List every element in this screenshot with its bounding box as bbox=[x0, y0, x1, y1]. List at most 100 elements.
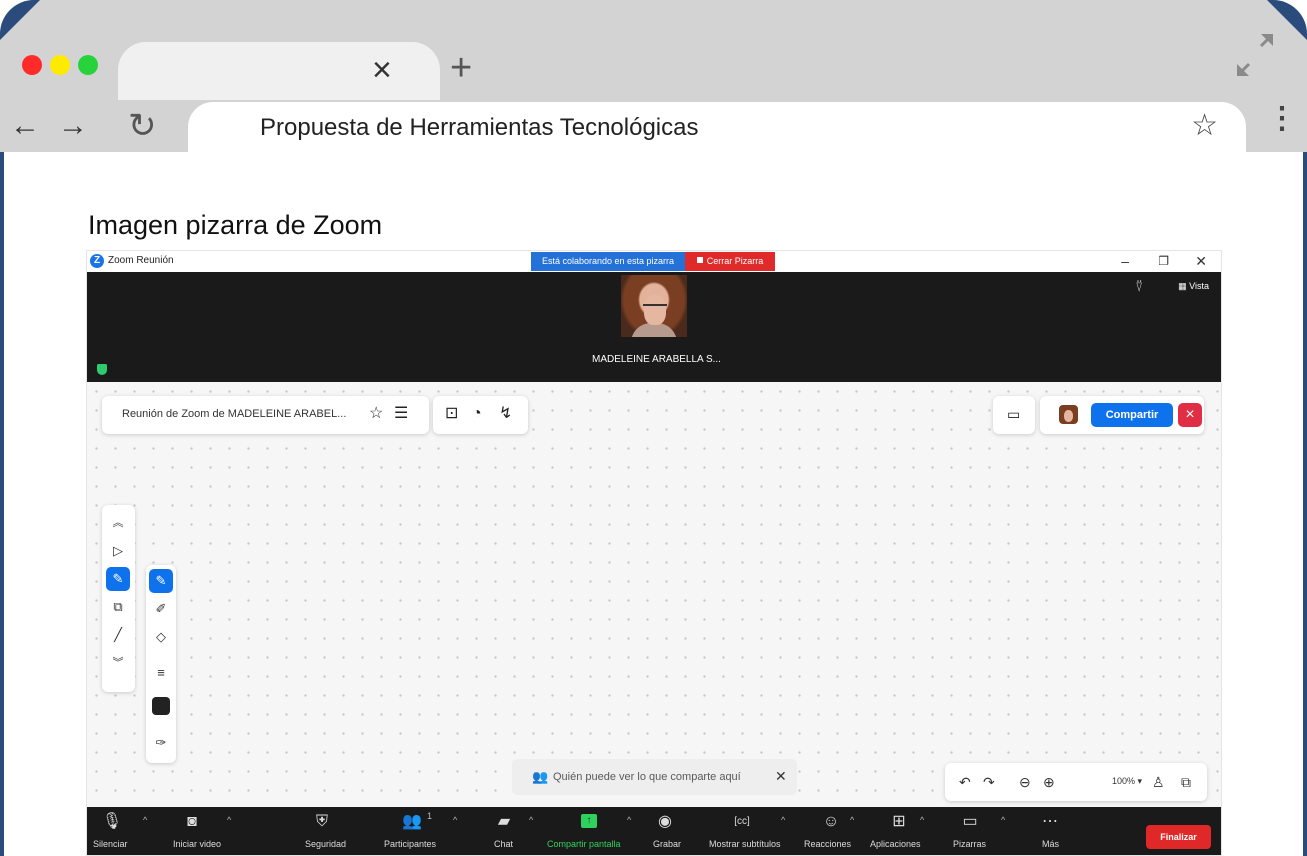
chevron-up-icon[interactable]: ^ bbox=[453, 815, 457, 825]
chevron-up-icon[interactable]: ^ bbox=[1001, 815, 1005, 825]
share-visibility-notice: 👥 Quién puede ver lo que comparte aquí ✕ bbox=[512, 759, 797, 795]
browser-chrome: × + ← → ↻ Propuesta de Herramientas Tecn… bbox=[0, 0, 1307, 152]
back-arrow-icon[interactable]: ← bbox=[10, 111, 40, 141]
video-off-icon: ◙ bbox=[187, 813, 197, 830]
view-label: Vista bbox=[1189, 281, 1209, 291]
chat-icon: ▰ bbox=[497, 813, 511, 830]
share-screen-label: Compartir pantalla bbox=[547, 839, 621, 849]
menu-icon[interactable]: ☰ bbox=[394, 405, 408, 423]
close-whiteboard-button[interactable]: Cerrar Pizarra bbox=[685, 252, 775, 271]
chevron-up-icon[interactable]: ^ bbox=[529, 815, 533, 825]
participants-icon: 👥 bbox=[402, 813, 422, 830]
bookmark-star-icon[interactable]: ☆ bbox=[1191, 110, 1218, 142]
comment-panel: ▭ bbox=[993, 396, 1035, 434]
share-button[interactable]: Compartir bbox=[1091, 403, 1173, 427]
frame-border-left bbox=[0, 152, 4, 856]
apps-icon: ⊞ bbox=[892, 813, 906, 830]
eraser-icon[interactable]: ◇ bbox=[149, 625, 173, 649]
minimize-icon[interactable]: – bbox=[1121, 252, 1129, 270]
star-icon[interactable]: ☆ bbox=[369, 405, 383, 423]
zoom-window: Z Zoom Reunión Está colaborando en esta … bbox=[86, 250, 1222, 856]
timer-icon[interactable]: ◔ bbox=[472, 405, 482, 423]
window-close-icon[interactable]: ✕ bbox=[1195, 252, 1207, 270]
encryption-shield-icon[interactable] bbox=[97, 364, 107, 375]
undo-icon[interactable]: ↶ bbox=[959, 773, 971, 791]
whiteboard-canvas[interactable]: Reunión de Zoom de MADELEINE ARABEL... ☆… bbox=[87, 382, 1221, 807]
select-pointer-icon[interactable]: ▷ bbox=[106, 539, 130, 563]
minimize-window-button[interactable] bbox=[50, 55, 70, 75]
whiteboard-tools-panel: ⊡ ◔ ↯ bbox=[433, 396, 528, 434]
reactions-label: Reacciones bbox=[804, 839, 852, 849]
more-horizontal-icon: ⋯ bbox=[1042, 813, 1058, 830]
highlighter-icon[interactable]: ✐ bbox=[149, 597, 173, 621]
frame-corner-left bbox=[0, 0, 40, 40]
participant-video[interactable] bbox=[621, 275, 687, 337]
forward-arrow-icon[interactable]: → bbox=[58, 111, 88, 141]
pages-icon[interactable]: ⧉ bbox=[1181, 773, 1191, 791]
close-icon[interactable]: × bbox=[372, 50, 392, 90]
zoom-controls-panel: ↶ ↷ ⊖ ⊕ 100% ▾ ♙ ⧉ bbox=[945, 763, 1207, 801]
zoom-logo-icon: Z bbox=[90, 254, 104, 268]
microphone-icon: 🎙 bbox=[101, 813, 123, 830]
line-icon[interactable]: ╱ bbox=[106, 623, 130, 647]
apps-label: Aplicaciones bbox=[870, 839, 921, 849]
chevron-up-icon[interactable]: ^ bbox=[781, 815, 785, 825]
chevron-up-icon[interactable]: ^ bbox=[627, 815, 631, 825]
user-icon[interactable]: ♙ bbox=[1152, 773, 1165, 791]
pen-settings-icon[interactable]: ✑ bbox=[149, 731, 173, 755]
zoom-level-value: 100% bbox=[1112, 776, 1136, 786]
record-icon: ◉ bbox=[658, 813, 672, 830]
chevron-up-icon[interactable]: ^ bbox=[850, 815, 854, 825]
video-strip: MADELEINE ARABELLA S... ⍢ ▦ Vista bbox=[87, 272, 1221, 382]
meeting-controls-bar: 🎙 ^ Silenciar ◙ ^ Iniciar video ⛨ Seguri… bbox=[87, 807, 1221, 855]
chevron-up-icon[interactable]: ^ bbox=[920, 815, 924, 825]
line-width-icon[interactable]: ≡ bbox=[149, 661, 173, 685]
shapes-icon[interactable]: ⧉ bbox=[106, 595, 130, 619]
zoom-level-select[interactable]: 100% ▾ bbox=[1112, 776, 1142, 787]
close-whiteboard-label: Cerrar Pizarra bbox=[706, 256, 764, 266]
end-meeting-button[interactable]: Finalizar bbox=[1146, 825, 1211, 849]
restore-icon[interactable]: ❐ bbox=[1158, 252, 1169, 270]
pen-icon[interactable]: ✎ bbox=[149, 569, 173, 593]
maximize-window-button[interactable] bbox=[78, 55, 98, 75]
chat-label: Chat bbox=[494, 839, 514, 849]
plus-icon[interactable]: + bbox=[450, 48, 472, 88]
cursor-icon[interactable]: ↯ bbox=[499, 405, 512, 423]
participant-name: MADELEINE ARABELLA S... bbox=[592, 354, 721, 365]
people-icon[interactable]: ⍢ bbox=[1135, 279, 1143, 295]
collaboration-banner: Está colaborando en esta pizarra bbox=[531, 252, 685, 271]
zoom-title-bar: Z Zoom Reunión Está colaborando en esta … bbox=[87, 251, 1221, 272]
collapse-up-icon[interactable]: ︽ bbox=[106, 511, 130, 535]
frame-border-right bbox=[1303, 152, 1307, 856]
pen-icon[interactable]: ✎ bbox=[106, 567, 130, 591]
more-vertical-icon[interactable]: ⋮ bbox=[1267, 104, 1297, 134]
captions-label: Mostrar subtítulos bbox=[709, 839, 781, 849]
address-text: Propuesta de Herramientas Tecnológicas bbox=[260, 114, 699, 141]
address-bar[interactable]: Propuesta de Herramientas Tecnológicas ☆ bbox=[188, 102, 1246, 152]
color-swatch[interactable] bbox=[152, 697, 170, 715]
shield-icon: ⛨ bbox=[315, 813, 328, 830]
reload-icon[interactable]: ↻ bbox=[128, 106, 157, 146]
more-label: Más bbox=[1042, 839, 1060, 849]
chevron-up-icon[interactable]: ^ bbox=[227, 815, 231, 825]
pen-options-toolbar: ✎ ✐ ◇ ≡ ✑ bbox=[146, 565, 176, 763]
notice-text[interactable]: Quién puede ver lo que comparte aquí bbox=[553, 771, 741, 783]
close-icon[interactable]: ✕ bbox=[775, 768, 787, 785]
zoom-out-icon[interactable]: ⊖ bbox=[1019, 773, 1031, 791]
drawing-toolbar: ︽ ▷ ✎ ⧉ ╱ ︾ bbox=[102, 505, 135, 692]
redo-icon[interactable]: ↷ bbox=[983, 773, 995, 791]
close-board-button[interactable]: × bbox=[1178, 403, 1202, 427]
participant-count: 1 bbox=[427, 811, 433, 821]
whiteboard-icon: ▭ bbox=[962, 813, 978, 830]
zoom-in-icon[interactable]: ⊕ bbox=[1043, 773, 1055, 791]
avatar[interactable] bbox=[1059, 405, 1078, 424]
collapse-down-icon[interactable]: ︾ bbox=[106, 651, 130, 675]
view-button[interactable]: ▦ Vista bbox=[1178, 281, 1209, 292]
expand-icon[interactable] bbox=[1233, 30, 1277, 80]
zoom-window-title: Zoom Reunión bbox=[108, 255, 174, 266]
comment-icon[interactable]: ▭ bbox=[1007, 405, 1020, 423]
close-window-button[interactable] bbox=[22, 55, 42, 75]
present-icon[interactable]: ⊡ bbox=[445, 405, 458, 423]
chevron-up-icon[interactable]: ^ bbox=[143, 815, 147, 825]
whiteboard-title[interactable]: Reunión de Zoom de MADELEINE ARABEL... bbox=[122, 408, 346, 420]
